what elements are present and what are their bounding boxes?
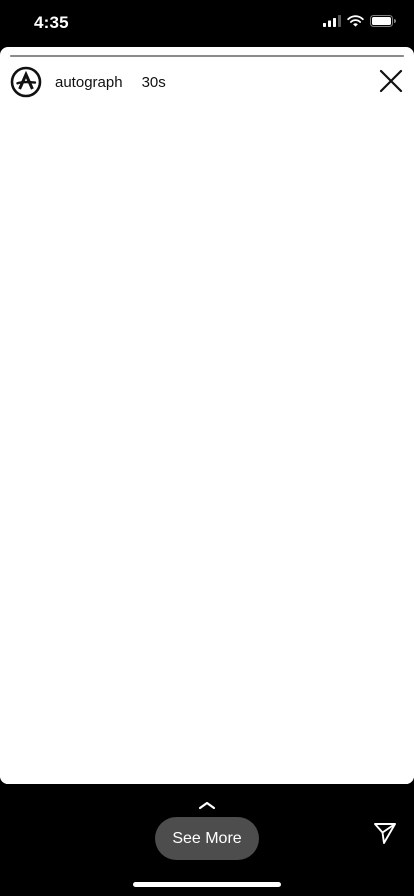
account-name[interactable]: autograph: [55, 74, 123, 91]
status-bar: 4:35: [0, 0, 414, 46]
chevron-up-icon[interactable]: [197, 799, 217, 811]
signal-icon: [323, 15, 341, 27]
post-age: 30s: [141, 73, 166, 91]
story-header: autograph 30s: [10, 65, 166, 99]
send-icon: [374, 823, 396, 844]
story-card[interactable]: autograph 30s: [0, 47, 414, 784]
home-indicator[interactable]: [133, 882, 281, 887]
close-icon: [379, 69, 403, 93]
battery-icon: [370, 15, 396, 27]
autograph-logo-icon[interactable]: [10, 66, 42, 98]
close-button[interactable]: [379, 69, 403, 93]
story-progress-fill: [10, 55, 404, 57]
story-content[interactable]: [0, 109, 414, 784]
story-progress-bar: [10, 55, 404, 57]
see-more-button[interactable]: See More: [155, 817, 259, 860]
status-time: 4:35: [34, 13, 69, 32]
status-icons: [323, 15, 396, 27]
share-button[interactable]: [372, 820, 398, 846]
wifi-icon: [347, 15, 364, 27]
